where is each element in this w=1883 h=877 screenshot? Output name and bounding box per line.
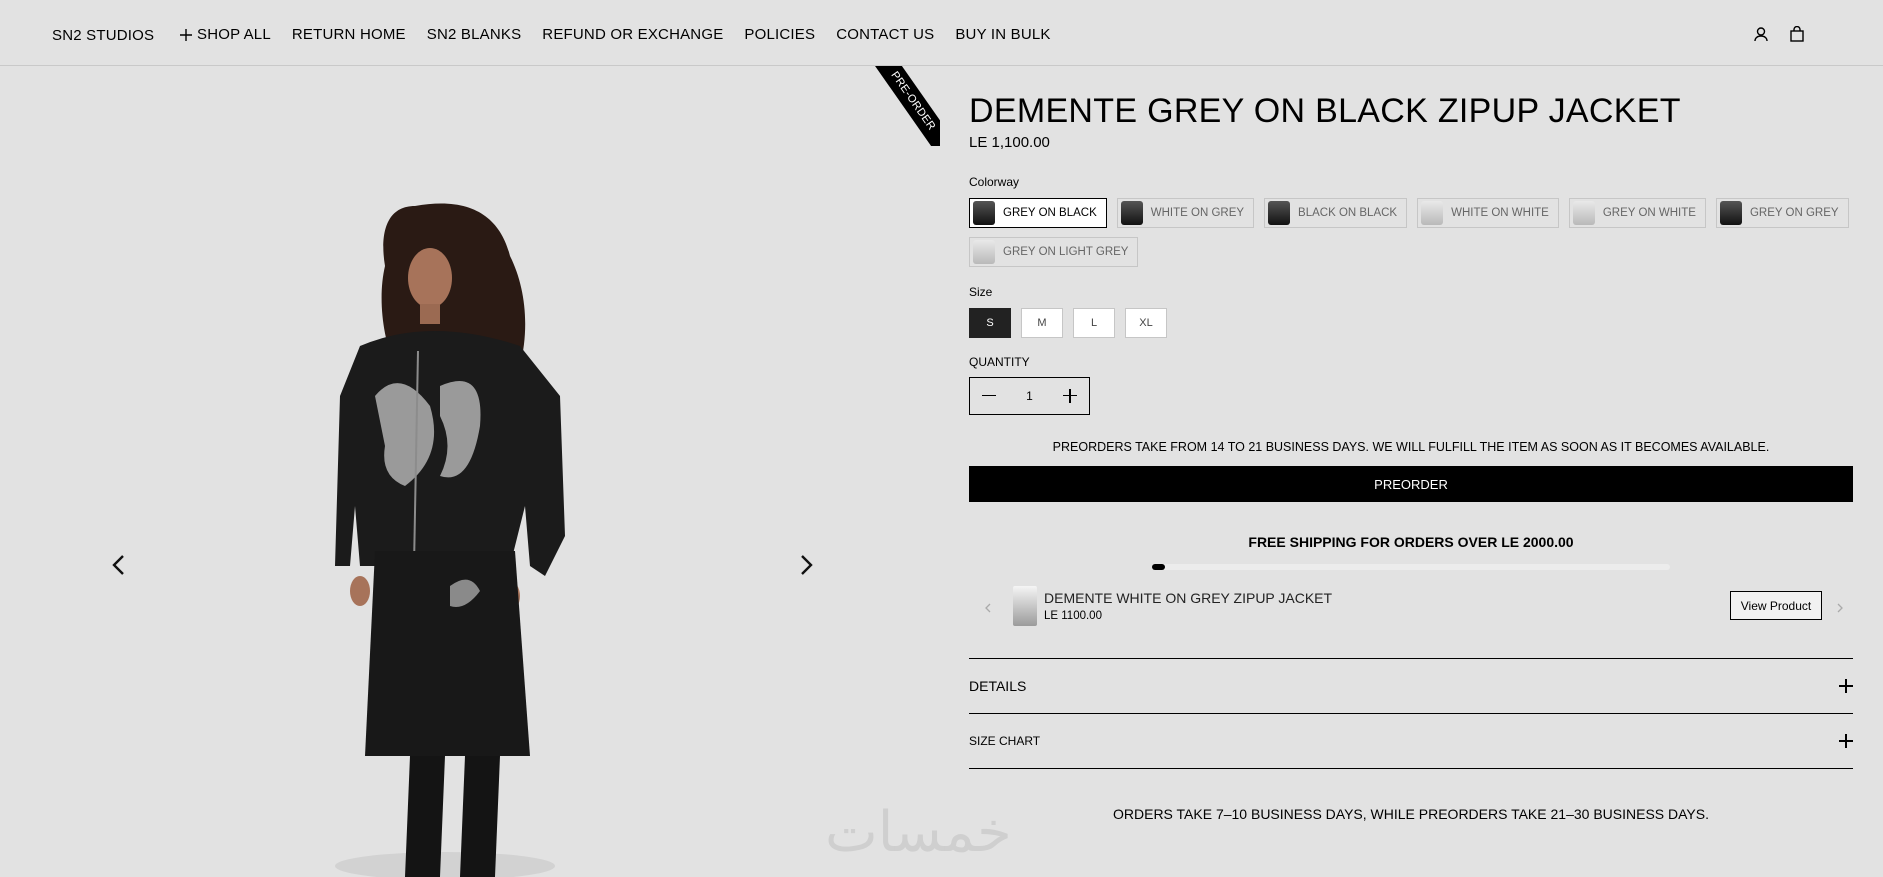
colorway-thumbnail <box>1719 201 1742 225</box>
shipping-footnote: ORDERS TAKE 7–10 BUSINESS DAYS, WHILE PR… <box>1113 806 1709 822</box>
colorway-label: GREY ON GREY <box>1749 207 1839 219</box>
nav-return-home[interactable]: RETURN HOME <box>292 26 406 43</box>
accordion-title: SIZE CHART <box>969 734 1041 748</box>
nav-sn2-blanks[interactable]: SN2 BLANKS <box>427 26 522 43</box>
brand-logo[interactable]: SN2 STUDIOS <box>52 27 154 44</box>
colorway-option[interactable]: GREY ON BLACK <box>969 198 1107 228</box>
preorder-button[interactable]: PREORDER <box>969 466 1853 502</box>
gallery-next-button[interactable] <box>792 551 820 579</box>
quantity-label: QUANTITY <box>969 355 1030 369</box>
account-icon[interactable] <box>1753 26 1769 42</box>
plus-icon <box>180 28 192 41</box>
chevron-left-icon[interactable] <box>983 603 993 613</box>
recommendation-slider: DEMENTE WHITE ON GREY ZIPUP JACKET LE 11… <box>969 586 1853 632</box>
nav-policies[interactable]: POLICIES <box>744 26 815 43</box>
main-nav: SHOP ALL RETURN HOME SN2 BLANKS REFUND O… <box>180 26 1051 43</box>
chevron-right-icon <box>801 555 813 575</box>
plus-icon <box>1839 734 1853 748</box>
preorder-ribbon: PRE-ORDER <box>860 66 940 146</box>
preorder-ribbon-label: PRE-ORDER <box>866 66 940 146</box>
colorway-thumbnail <box>973 240 995 264</box>
plus-icon[interactable] <box>1063 389 1077 403</box>
colorway-thumbnail <box>1120 201 1143 225</box>
nav-contact-us[interactable]: CONTACT US <box>836 26 934 43</box>
view-product-button[interactable]: View Product <box>1730 591 1822 620</box>
colorway-option[interactable]: WHITE ON GREY <box>1116 198 1255 228</box>
colorway-option[interactable]: GREY ON WHITE <box>1568 198 1706 228</box>
size-option[interactable]: M <box>1021 308 1063 338</box>
size-options: S M L XL <box>969 308 1167 338</box>
quantity-stepper: 1 <box>969 377 1090 415</box>
colorway-option[interactable]: GREY ON GREY <box>1715 198 1849 228</box>
nav-refund-exchange[interactable]: REFUND OR EXCHANGE <box>542 26 723 43</box>
product-title: DEMENTE GREY ON BLACK ZIPUP JACKET <box>969 92 1681 130</box>
shipping-progress-bar <box>1152 564 1670 570</box>
colorway-thumbnail <box>1572 201 1595 225</box>
product-image <box>335 203 565 877</box>
nav-buy-in-bulk[interactable]: BUY IN BULK <box>955 26 1050 43</box>
recommendation-price: LE 1100.00 <box>1044 610 1102 622</box>
preorder-note: PREORDERS TAKE FROM 14 TO 21 BUSINESS DA… <box>1052 440 1770 454</box>
colorway-label: GREY ON WHITE <box>1602 207 1696 219</box>
colorway-option[interactable]: WHITE ON WHITE <box>1417 198 1559 228</box>
size-label: Size <box>969 285 993 299</box>
colorway-option[interactable]: BLACK ON BLACK <box>1264 198 1408 228</box>
colorway-option[interactable]: GREY ON LIGHT GREY <box>969 237 1139 267</box>
shipping-progress-fill <box>1152 564 1165 570</box>
site-header: SN2 STUDIOS SHOP ALL RETURN HOME SN2 BLA… <box>0 0 1883 66</box>
colorway-label: BLACK ON BLACK <box>1298 207 1398 219</box>
nav-shop-all[interactable]: SHOP ALL <box>180 26 271 43</box>
colorway-label: WHITE ON WHITE <box>1451 207 1549 219</box>
gallery-prev-button[interactable] <box>105 551 133 579</box>
quantity-value[interactable]: 1 <box>1026 389 1033 403</box>
chevron-left-icon <box>112 555 124 575</box>
free-shipping-text: FREE SHIPPING FOR ORDERS OVER LE 2000.00 <box>1248 534 1574 550</box>
size-option[interactable]: S <box>969 308 1011 338</box>
colorway-thumbnail <box>973 201 995 225</box>
cart-icon[interactable] <box>1789 25 1805 42</box>
colorway-label: Colorway <box>969 175 1020 189</box>
colorway-label: WHITE ON GREY <box>1150 207 1245 219</box>
colorway-options: GREY ON BLACK WHITE ON GREY BLACK ON BLACK… <box>969 198 1853 267</box>
product-price: LE 1,100.00 <box>969 134 1050 151</box>
minus-icon[interactable] <box>982 389 996 403</box>
plus-icon <box>1839 679 1853 693</box>
colorway-label: GREY ON LIGHT GREY <box>1003 246 1129 258</box>
size-option[interactable]: XL <box>1125 308 1167 338</box>
colorway-thumbnail <box>1268 201 1291 225</box>
accordion-title: DETAILS <box>969 678 1027 694</box>
size-option[interactable]: L <box>1073 308 1115 338</box>
recommendation-thumbnail[interactable] <box>1013 586 1037 626</box>
details-accordion[interactable]: DETAILS <box>969 658 1853 713</box>
colorway-label: GREY ON BLACK <box>1003 207 1097 219</box>
product-gallery: PRE-ORDER <box>0 66 940 877</box>
chevron-right-icon[interactable] <box>1835 603 1845 613</box>
nav-label: SHOP ALL <box>197 26 271 43</box>
recommendation-name[interactable]: DEMENTE WHITE ON GREY ZIPUP JACKET <box>1044 590 1332 606</box>
header-icons <box>1753 25 1805 42</box>
colorway-thumbnail <box>1421 201 1444 225</box>
size-chart-accordion[interactable]: SIZE CHART <box>969 713 1853 769</box>
